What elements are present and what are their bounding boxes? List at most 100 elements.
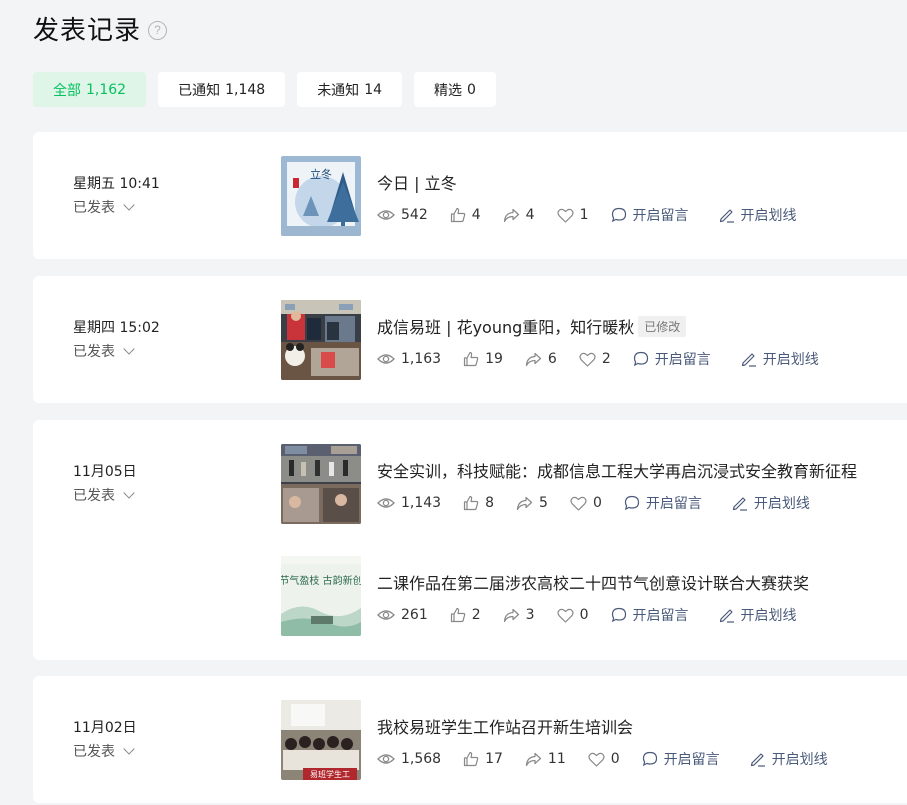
favs-stat: 0 xyxy=(588,751,620,767)
comment-label: 开启留言 xyxy=(645,496,702,512)
article-title[interactable]: 我校易班学生工作站召开新生培训会 xyxy=(377,714,633,738)
pen-icon xyxy=(719,609,734,623)
article-item: 易班学生工 我校易班学生工作站召开新生培训会 1,568 17 11 0 开启留… xyxy=(281,700,858,780)
tab-label: 未通知 xyxy=(317,82,360,99)
likes-stat: 8 xyxy=(463,495,494,511)
enable-underline-button[interactable]: 开启划线 xyxy=(719,605,797,625)
filter-tabs: 全部 1,162 已通知 1,148 未通知 14 精选 0 xyxy=(33,72,496,107)
article-item: 节气盈枝 古韵新创 二课作品在第二届涉农高校二十四节气创意设计联合大赛获奖 26… xyxy=(281,556,827,636)
views-count: 1,163 xyxy=(401,351,442,367)
eye-icon xyxy=(377,610,395,620)
article-body: 安全实训，科技赋能：成都信息工程大学再启沉浸式安全教育新征程 1,143 8 5… xyxy=(377,444,857,524)
article-thumbnail[interactable]: 易班学生工 xyxy=(281,700,361,780)
shares-stat: 4 xyxy=(503,207,535,223)
enable-comments-button[interactable]: 开启留言 xyxy=(611,205,689,225)
thumbnail-caption: 易班学生工 xyxy=(310,769,350,779)
status-label: 已发表 xyxy=(73,344,115,360)
enable-comments-button[interactable]: 开启留言 xyxy=(633,349,711,369)
comment-icon xyxy=(642,751,657,767)
tab-label: 已通知 xyxy=(178,82,221,99)
likes-count: 2 xyxy=(471,607,481,623)
eye-icon xyxy=(377,498,395,508)
tab-count: 14 xyxy=(364,81,383,98)
favs-count: 0 xyxy=(579,607,589,623)
favs-count: 0 xyxy=(610,751,620,767)
eye-icon xyxy=(377,354,395,364)
status-label: 已发表 xyxy=(73,200,115,216)
chevron-down-icon xyxy=(123,743,135,755)
article-title[interactable]: 安全实训，科技赋能：成都信息工程大学再启沉浸式安全教育新征程 xyxy=(377,458,857,482)
pen-icon xyxy=(741,353,756,367)
article-title[interactable]: 成信易班 | 花young重阳，知行暖秋 xyxy=(377,314,634,338)
tab-featured[interactable]: 精选 0 xyxy=(414,72,496,107)
shares-stat: 11 xyxy=(525,751,566,767)
thumbs-up-icon xyxy=(463,751,479,767)
date-column: 星期四 15:02 已发表 xyxy=(73,318,160,361)
tab-notified[interactable]: 已通知 1,148 xyxy=(158,72,286,107)
likes-count: 19 xyxy=(485,351,503,367)
publish-date: 11月02日 xyxy=(73,720,137,736)
chevron-down-icon xyxy=(123,199,135,211)
favs-stat: 0 xyxy=(557,607,589,623)
enable-underline-button[interactable]: 开启划线 xyxy=(732,493,810,513)
heart-icon xyxy=(579,352,596,367)
publish-date: 11月05日 xyxy=(73,464,137,480)
share-icon xyxy=(503,608,519,622)
pen-icon xyxy=(719,209,734,223)
views-stat: 542 xyxy=(377,207,428,223)
article-thumbnail[interactable] xyxy=(281,300,361,380)
shares-stat: 3 xyxy=(503,607,535,623)
date-column: 11月05日 已发表 xyxy=(73,462,137,505)
share-icon xyxy=(525,352,542,366)
enable-underline-button[interactable]: 开启划线 xyxy=(750,749,828,769)
enable-comments-button[interactable]: 开启留言 xyxy=(642,749,720,769)
favs-stat: 0 xyxy=(570,495,602,511)
status-dropdown[interactable]: 已发表 xyxy=(73,741,137,761)
comment-icon xyxy=(611,607,626,623)
enable-comments-button[interactable]: 开启留言 xyxy=(611,605,689,625)
views-stat: 1,568 xyxy=(377,751,441,767)
article-thumbnail[interactable] xyxy=(281,444,361,524)
enable-comments-button[interactable]: 开启留言 xyxy=(624,493,702,513)
tab-all[interactable]: 全部 1,162 xyxy=(33,72,147,107)
thumbnail-caption: 节气盈枝 古韵新创 xyxy=(281,574,361,587)
article-stats: 542 4 4 1 开启留言 开启划线 xyxy=(377,205,827,225)
help-icon[interactable]: ? xyxy=(148,20,168,40)
article-body: 今日 | 立冬 542 4 4 1 开启留言 开启划线 xyxy=(377,156,827,236)
favs-count: 1 xyxy=(579,207,589,223)
status-label: 已发表 xyxy=(73,488,115,504)
edited-badge: 已修改 xyxy=(638,315,687,337)
article-thumbnail[interactable]: 节气盈枝 古韵新创 xyxy=(281,556,361,636)
tab-count: 0 xyxy=(467,81,476,98)
shares-stat: 6 xyxy=(525,351,557,367)
underline-label: 开启划线 xyxy=(740,608,797,624)
enable-underline-button[interactable]: 开启划线 xyxy=(719,205,797,225)
article-thumbnail[interactable]: 立冬 xyxy=(281,156,361,236)
tab-not-notified[interactable]: 未通知 14 xyxy=(297,72,403,107)
views-stat: 261 xyxy=(377,607,428,623)
views-stat: 1,143 xyxy=(377,495,441,511)
article-title[interactable]: 今日 | 立冬 xyxy=(377,170,457,194)
thumbs-up-icon xyxy=(463,495,479,511)
comment-icon xyxy=(611,207,626,223)
likes-count: 8 xyxy=(485,495,495,511)
thumbs-up-icon xyxy=(463,351,479,367)
status-dropdown[interactable]: 已发表 xyxy=(73,341,160,361)
shares-count: 4 xyxy=(525,207,535,223)
heart-icon xyxy=(557,208,574,223)
favs-count: 0 xyxy=(592,495,602,511)
heart-icon xyxy=(588,752,605,767)
eye-icon xyxy=(377,754,395,764)
shares-stat: 5 xyxy=(516,495,548,511)
publish-date: 星期五 10:41 xyxy=(73,176,160,192)
eye-icon xyxy=(377,210,395,220)
article-title[interactable]: 二课作品在第二届涉农高校二十四节气创意设计联合大赛获奖 xyxy=(377,570,809,594)
status-label: 已发表 xyxy=(73,744,115,760)
favs-stat: 1 xyxy=(557,207,589,223)
enable-underline-button[interactable]: 开启划线 xyxy=(741,349,819,369)
comment-icon xyxy=(633,351,648,367)
publish-date: 星期四 15:02 xyxy=(73,320,160,336)
status-dropdown[interactable]: 已发表 xyxy=(73,197,160,217)
views-count: 542 xyxy=(401,207,428,223)
status-dropdown[interactable]: 已发表 xyxy=(73,485,137,505)
